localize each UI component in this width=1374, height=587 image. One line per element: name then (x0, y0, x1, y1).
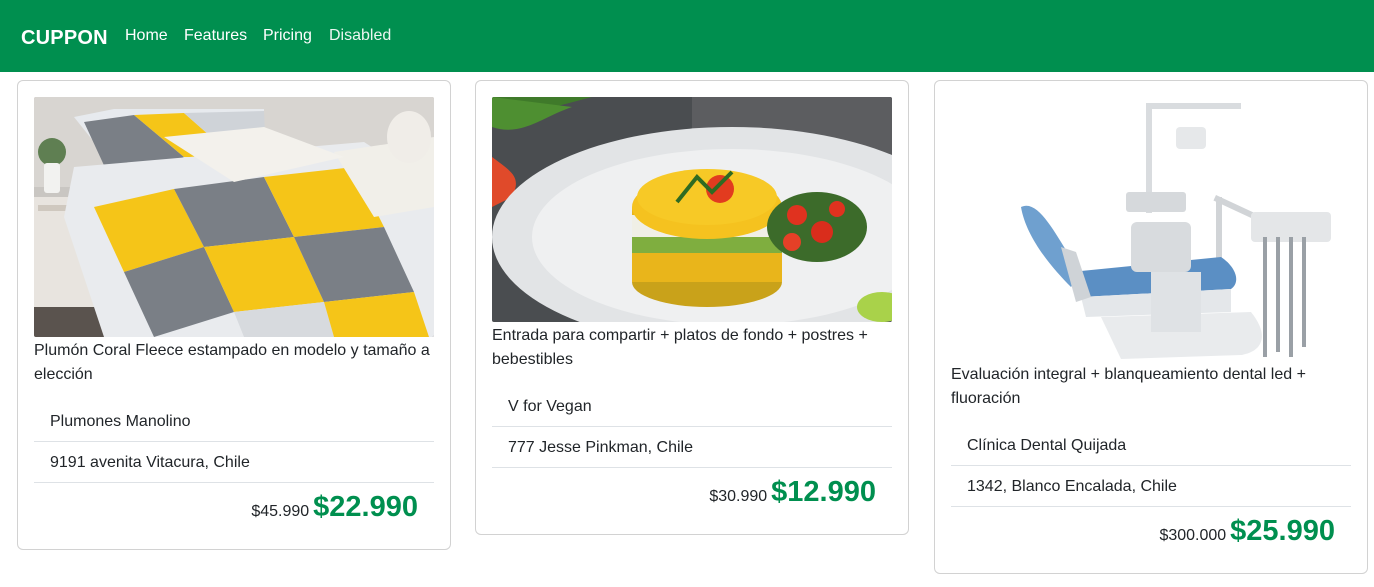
price-row: $45.990 $22.990 (34, 491, 434, 531)
merchant-name: V for Vegan (492, 386, 892, 427)
causa-dish-image[interactable] (492, 97, 892, 322)
deal-card[interactable]: Evaluación integral + blanqueamiento den… (934, 80, 1368, 574)
navbar: CUPPON Home Features Pricing Disabled (0, 0, 1374, 72)
merchant-address: 1342, Blanco Encalada, Chile (951, 466, 1351, 507)
old-price: $45.990 (251, 503, 310, 520)
old-price: $300.000 (1159, 527, 1227, 544)
dental-chair-image[interactable] (951, 97, 1351, 361)
nav-link-home[interactable]: Home (125, 26, 168, 46)
price-row: $300.000 $25.990 (951, 515, 1351, 555)
deal-card[interactable]: Entrada para compartir + platos de fondo… (475, 80, 909, 535)
merchant-name: Clínica Dental Quijada (951, 425, 1351, 466)
merchant-address: 777 Jesse Pinkman, Chile (492, 427, 892, 468)
comforter-bed-image[interactable] (34, 97, 434, 337)
deal-title: Evaluación integral + blanqueamiento den… (951, 366, 1306, 407)
old-price: $30.990 (709, 488, 768, 505)
deal-card[interactable]: Plumón Coral Fleece estampado en modelo … (17, 80, 451, 550)
nav-link-pricing[interactable]: Pricing (263, 26, 312, 46)
new-price: $12.990 (771, 476, 876, 508)
nav-link-disabled: Disabled (329, 27, 392, 44)
price-row: $30.990 $12.990 (492, 476, 892, 516)
nav-link-features[interactable]: Features (184, 26, 247, 46)
new-price: $22.990 (313, 491, 418, 523)
deal-title: Entrada para compartir + platos de fondo… (492, 327, 868, 368)
deal-title: Plumón Coral Fleece estampado en modelo … (34, 342, 430, 383)
merchant-name: Plumones Manolino (34, 401, 434, 442)
merchant-address: 9191 avenita Vitacura, Chile (34, 442, 434, 483)
new-price: $25.990 (1230, 515, 1335, 547)
brand-logo[interactable]: CUPPON (21, 26, 108, 50)
